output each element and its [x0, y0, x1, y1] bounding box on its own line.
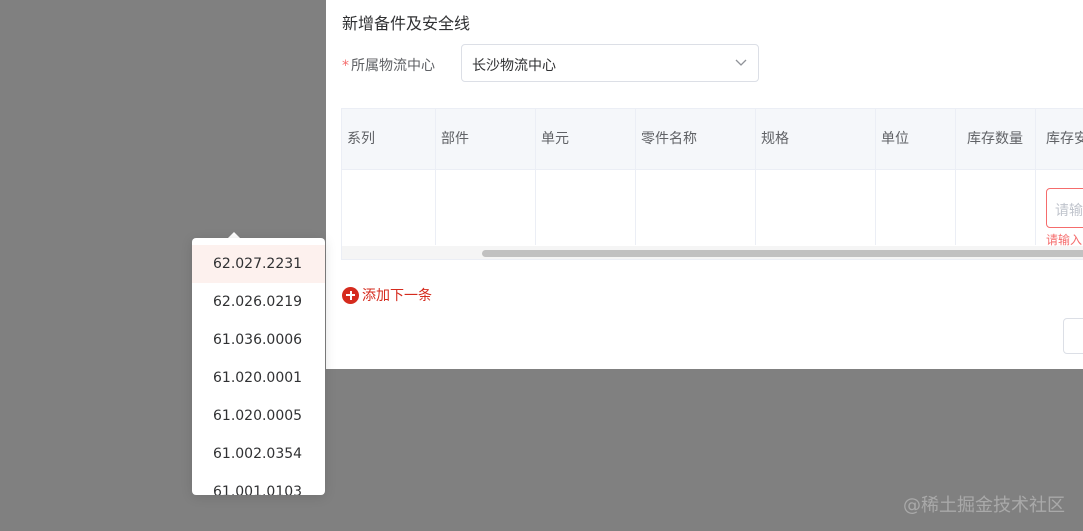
dropdown-item[interactable]: 62.026.0219 [192, 283, 325, 321]
table-cell[interactable] [636, 170, 756, 245]
logistics-center-select[interactable]: 长沙物流中心 [461, 44, 759, 82]
dialog-title: 新增备件及安全线 [342, 14, 471, 33]
scrollbar-thumb[interactable] [482, 250, 1083, 257]
table-cell: 请输 请输入 [1036, 170, 1083, 247]
watermark: @稀土掘金技术社区 [903, 495, 1065, 516]
table-cell[interactable] [756, 170, 876, 245]
col-header-stock-safety: 库存安 [1046, 131, 1083, 147]
col-header-stock-qty: 库存数量 [956, 109, 1036, 169]
dropdown-item[interactable]: 61.002.0354 [192, 435, 325, 473]
table-cell[interactable] [436, 170, 536, 245]
logistics-center-label-text: 所属物流中心 [351, 58, 435, 74]
col-header-part: 部件 [436, 109, 536, 169]
col-header-series: 系列 [342, 109, 436, 169]
table-cell[interactable] [342, 170, 436, 245]
table-row: 请输 请输入 [342, 170, 1083, 247]
required-mark: * [342, 58, 349, 74]
table-cell[interactable] [536, 170, 636, 245]
logistics-center-value: 长沙物流中心 [472, 58, 556, 74]
col-header-part-name: 零件名称 [636, 109, 756, 169]
table-header: 系列 部件 单元 零件名称 规格 单位 库存数量 库存安 [342, 109, 1083, 170]
dropdown-item[interactable]: 61.036.0006 [192, 321, 325, 359]
horizontal-scrollbar[interactable] [342, 246, 1083, 259]
col-header-unit-group: 单元 [536, 109, 636, 169]
add-next-label: 添加下一条 [362, 288, 432, 304]
add-next-button[interactable]: 添加下一条 [342, 286, 432, 304]
dropdown-item[interactable]: 61.001.0103 [192, 473, 325, 495]
parts-table: 系列 部件 单元 零件名称 规格 单位 库存数量 库存安 请输 请输入 [341, 108, 1083, 260]
table-cell[interactable] [876, 170, 956, 245]
col-header-unit: 单位 [876, 109, 956, 169]
dropdown-item[interactable]: 61.020.0005 [192, 397, 325, 435]
chevron-down-icon [735, 59, 747, 66]
table-cell[interactable] [956, 170, 1036, 245]
col-header-spec: 规格 [756, 109, 876, 169]
plus-circle-icon [342, 286, 359, 304]
dropdown-item[interactable]: 62.027.2231 [192, 245, 325, 283]
part-code-dropdown: 62.027.2231 62.026.0219 61.036.0006 61.0… [192, 238, 325, 495]
dialog: 新增备件及安全线 * 所属物流中心 长沙物流中心 系列 部件 单元 零件名称 规格… [326, 0, 1083, 369]
logistics-center-label: * 所属物流中心 [342, 55, 435, 75]
dropdown-item[interactable]: 61.020.0001 [192, 359, 325, 397]
footer-button[interactable] [1063, 318, 1083, 354]
stock-safety-input[interactable]: 请输 [1046, 188, 1083, 228]
